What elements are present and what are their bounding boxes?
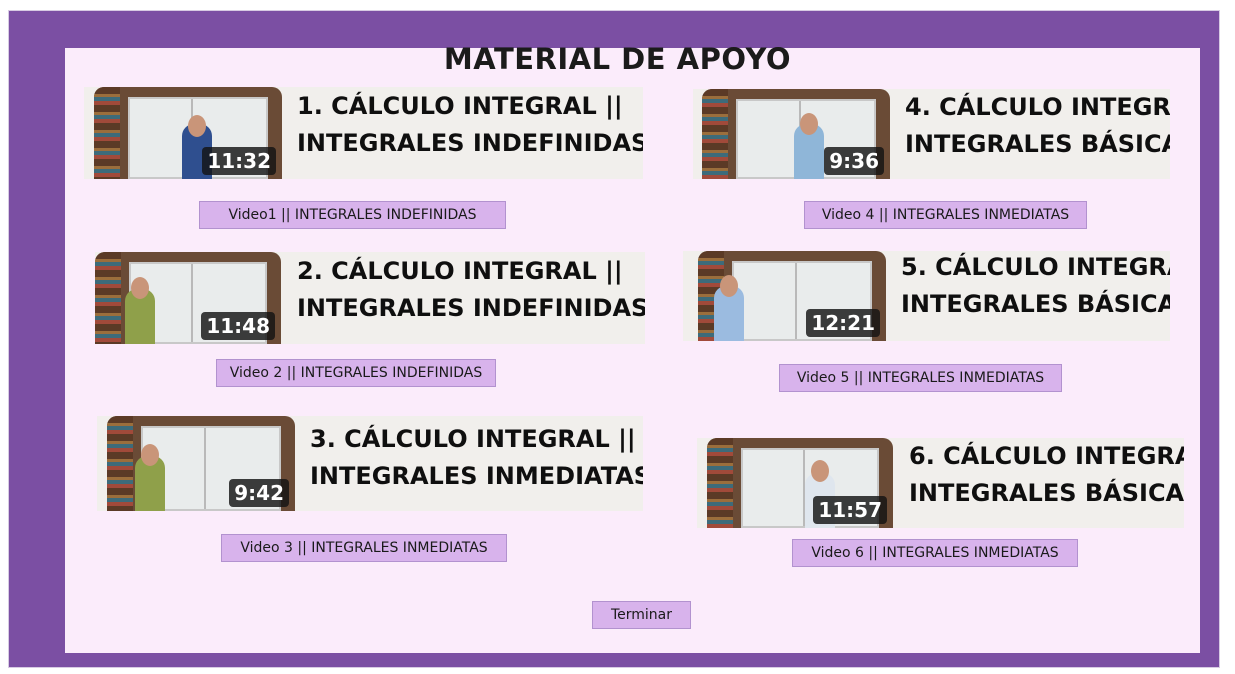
video-duration-4: 9:36 <box>824 147 884 175</box>
video-still-1: 11:32 <box>94 87 282 179</box>
video-title-3: 3. CÁLCULO INTEGRAL || INTEGRALES INMEDI… <box>310 425 643 490</box>
video-duration-3: 9:42 <box>229 479 289 507</box>
video-thumbnail-4[interactable]: 9:36 4. CÁLCULO INTEGRAL INTEGRALES BÁSI… <box>693 89 1170 179</box>
video-thumbnail-6[interactable]: 11:57 6. CÁLCULO INTEGRAL INTEGRALES BÁS… <box>697 438 1184 528</box>
finish-button[interactable]: Terminar <box>592 601 691 629</box>
video-still-4: 9:36 <box>702 89 890 179</box>
video-still-5: 12:21 <box>698 251 886 341</box>
video-title-6: 6. CÁLCULO INTEGRAL INTEGRALES BÁSICAS ( <box>909 442 1184 507</box>
video-2-button[interactable]: Video 2 || INTEGRALES INDEFINIDAS <box>216 359 496 387</box>
video-title-4: 4. CÁLCULO INTEGRAL INTEGRALES BÁSICAS <box>905 93 1170 158</box>
video-thumbnail-1[interactable]: 11:32 1. CÁLCULO INTEGRAL || INTEGRALES … <box>84 87 643 179</box>
video-1-button[interactable]: Video1 || INTEGRALES INDEFINIDAS <box>199 201 506 229</box>
video-duration-2: 11:48 <box>201 312 275 340</box>
video-thumbnail-5[interactable]: 12:21 5. CÁLCULO INTEGRAL INTEGRALES BÁS… <box>683 251 1170 341</box>
video-thumbnail-2[interactable]: 11:48 2. CÁLCULO INTEGRAL || INTEGRALES … <box>95 252 645 344</box>
video-thumbnail-3[interactable]: 9:42 3. CÁLCULO INTEGRAL || INTEGRALES I… <box>97 416 643 511</box>
video-duration-6: 11:57 <box>813 496 887 524</box>
video-title-1: 1. CÁLCULO INTEGRAL || INTEGRALES INDEFI… <box>297 92 643 157</box>
video-title-2: 2. CÁLCULO INTEGRAL || INTEGRALES INDEFI… <box>297 257 645 322</box>
video-still-2: 11:48 <box>95 252 281 344</box>
video-4-button[interactable]: Video 4 || INTEGRALES INMEDIATAS <box>804 201 1087 229</box>
video-duration-5: 12:21 <box>806 309 880 337</box>
video-duration-1: 11:32 <box>202 147 276 175</box>
video-still-3: 9:42 <box>107 416 295 511</box>
page-title: MATERIAL DE APOYO <box>443 42 792 76</box>
video-title-5: 5. CÁLCULO INTEGRAL INTEGRALES BÁSICAS <box>901 253 1170 318</box>
video-3-button[interactable]: Video 3 || INTEGRALES INMEDIATAS <box>221 534 507 562</box>
video-6-button[interactable]: Video 6 || INTEGRALES INMEDIATAS <box>792 539 1078 567</box>
video-still-6: 11:57 <box>707 438 893 528</box>
video-5-button[interactable]: Video 5 || INTEGRALES INMEDIATAS <box>779 364 1062 392</box>
